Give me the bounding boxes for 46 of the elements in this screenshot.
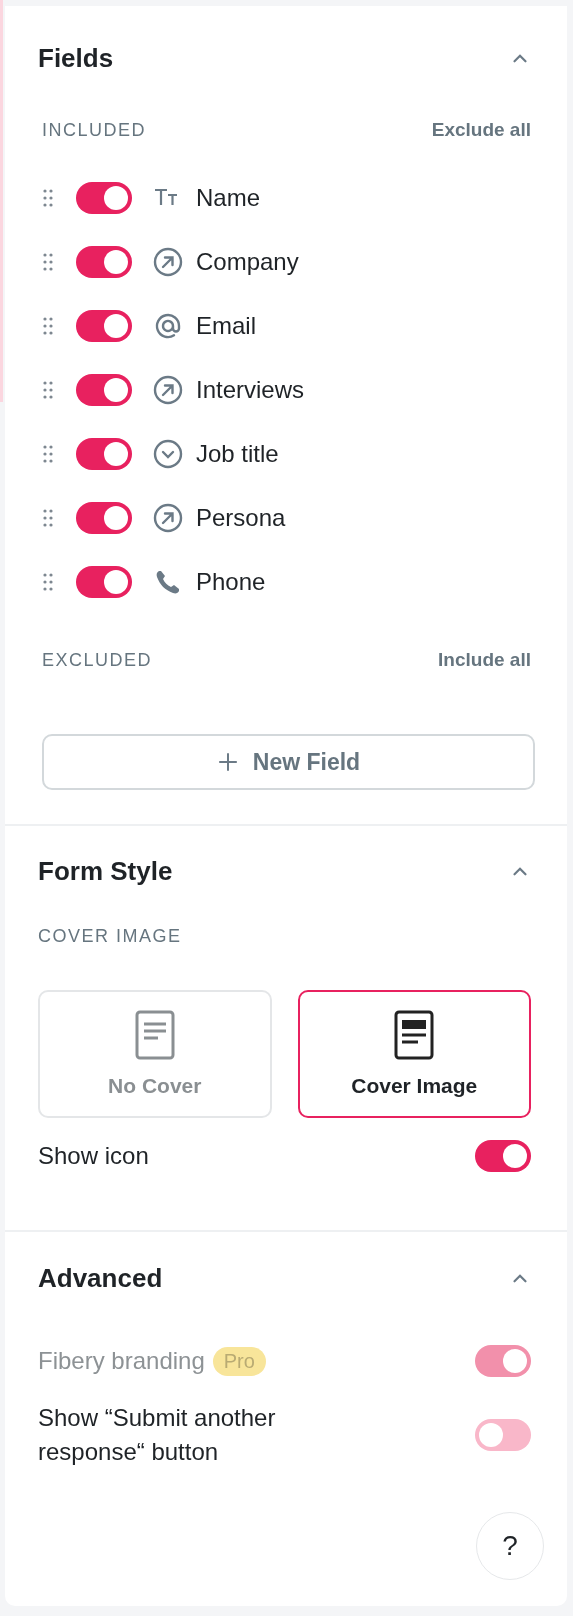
arrow-circle-icon <box>152 246 184 278</box>
drag-handle-icon[interactable] <box>43 381 53 399</box>
drag-handle-icon[interactable] <box>43 509 53 527</box>
include-all-link[interactable]: Include all <box>438 649 531 671</box>
cover-option[interactable]: No Cover <box>38 990 272 1118</box>
toggle-switch[interactable] <box>76 182 132 214</box>
section-title: Advanced <box>38 1262 163 1294</box>
setting-label: Show “Submit another response“ button <box>38 1403 277 1467</box>
document-cover-icon <box>394 1010 435 1060</box>
section-title: Fields <box>38 42 114 74</box>
setting-label: Fibery branding <box>38 1346 205 1377</box>
drag-handle-icon[interactable] <box>43 317 53 335</box>
field-name: Email <box>196 312 256 340</box>
toggle-switch[interactable] <box>76 246 132 278</box>
field-name: Name <box>196 184 261 212</box>
group-label: COVER IMAGE <box>38 925 183 948</box>
setting-label: Show icon <box>38 1141 149 1172</box>
arrow-circle-icon <box>152 374 184 406</box>
exclude-all-link[interactable]: Exclude all <box>431 119 531 141</box>
field-name: Job title <box>196 440 279 468</box>
chevron-circle-icon <box>152 438 184 470</box>
toggle-switch[interactable] <box>76 566 132 598</box>
plus-icon <box>216 751 239 773</box>
drag-handle-icon[interactable] <box>43 445 53 463</box>
toggle-switch[interactable] <box>475 1419 531 1451</box>
toggle-switch[interactable] <box>475 1140 531 1172</box>
drag-handle-icon[interactable] <box>43 253 53 271</box>
document-icon <box>134 1010 175 1060</box>
toggle-switch[interactable] <box>76 438 132 470</box>
new-field-button[interactable]: New Field <box>42 734 535 790</box>
drag-handle-icon[interactable] <box>43 189 53 207</box>
field-name: Persona <box>196 504 286 532</box>
drag-handle-icon[interactable] <box>43 573 53 591</box>
arrow-circle-icon <box>152 502 184 534</box>
help-button[interactable]: ? <box>476 1512 544 1580</box>
toggle-switch[interactable] <box>76 374 132 406</box>
toggle-switch[interactable] <box>76 310 132 342</box>
section-title: Form Style <box>38 855 173 887</box>
cover-option[interactable]: Cover Image <box>297 990 531 1118</box>
field-name: Company <box>196 248 299 276</box>
group-label: INCLUDED <box>42 119 146 141</box>
toggle-switch[interactable] <box>76 502 132 534</box>
group-label: EXCLUDED <box>42 649 153 671</box>
field-name: Interviews <box>196 376 305 404</box>
pro-badge: Pro <box>212 1346 266 1376</box>
field-name: Phone <box>196 568 266 596</box>
